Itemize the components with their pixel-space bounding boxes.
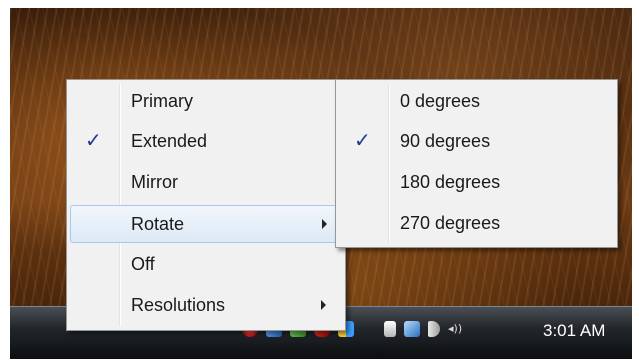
menu-item-primary[interactable]: Primary	[70, 82, 342, 120]
menu-item-label: Off	[131, 254, 155, 274]
checkmark-icon: ✓	[85, 130, 102, 152]
menu-item-label: Mirror	[131, 172, 178, 192]
menu-item-off[interactable]: Off	[70, 245, 342, 283]
menu-item-label: 180 degrees	[400, 172, 501, 192]
menu-item-180-degrees[interactable]: 180 degrees	[339, 163, 614, 201]
taskbar-clock[interactable]: 3:01 AM	[543, 321, 605, 341]
volume-icon[interactable]	[428, 321, 440, 337]
rotate-submenu: 0 degrees ✓ 90 degrees 180 degrees 270 d…	[335, 79, 618, 248]
menu-item-90-degrees[interactable]: ✓ 90 degrees	[339, 122, 614, 160]
menu-item-rotate[interactable]: Rotate	[70, 205, 342, 243]
menu-item-resolutions[interactable]: Resolutions	[70, 286, 342, 324]
submenu-arrow-icon	[322, 219, 327, 229]
menu-item-label: Resolutions	[131, 295, 226, 315]
volume-wave-icon: ◂))	[448, 322, 463, 335]
menu-item-label: 270 degrees	[400, 213, 501, 233]
menu-item-extended[interactable]: ✓ Extended	[70, 122, 342, 160]
power-icon[interactable]	[384, 321, 396, 337]
menu-item-label: Extended	[131, 131, 208, 151]
display-context-menu: Primary ✓ Extended Mirror Rotate Off Res…	[66, 79, 346, 331]
network-icon[interactable]	[404, 321, 420, 337]
submenu-arrow-icon	[321, 300, 326, 310]
menu-item-0-degrees[interactable]: 0 degrees	[339, 82, 614, 120]
menu-item-label: Primary	[131, 91, 193, 111]
menu-item-label: 0 degrees	[400, 91, 481, 111]
checkmark-icon: ✓	[354, 130, 371, 152]
menu-item-mirror[interactable]: Mirror	[70, 163, 342, 201]
menu-item-270-degrees[interactable]: 270 degrees	[339, 204, 614, 242]
menu-item-label: Rotate	[131, 214, 185, 234]
menu-item-label: 90 degrees	[400, 131, 491, 151]
